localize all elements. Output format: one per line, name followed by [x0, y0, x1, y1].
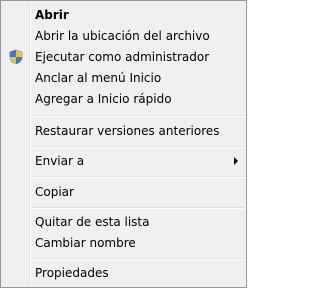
menu-item-enviar-a[interactable]: Enviar a — [3, 151, 244, 171]
menu-separator — [32, 146, 244, 148]
menu-item-cambiar-nombre[interactable]: Cambiar nombre — [3, 233, 244, 253]
menu-item-copiar[interactable]: Copiar — [3, 182, 244, 202]
context-menu: Abrir Abrir la ubicación del archivo Eje… — [0, 0, 247, 288]
menu-item-label: Copiar — [35, 185, 74, 199]
menu-item-label: Cambiar nombre — [35, 236, 136, 250]
menu-item-label: Restaurar versiones anteriores — [35, 124, 220, 138]
menu-item-restaurar-versiones[interactable]: Restaurar versiones anteriores — [3, 121, 244, 141]
menu-item-label: Enviar a — [35, 154, 85, 168]
menu-item-ejecutar-administrador[interactable]: Ejecutar como administrador — [3, 47, 244, 67]
menu-item-anclar-inicio[interactable]: Anclar al menú Inicio — [3, 68, 244, 88]
menu-item-abrir[interactable]: Abrir — [3, 5, 244, 25]
menu-separator — [32, 115, 244, 117]
menu-item-agregar-inicio-rapido[interactable]: Agregar a Inicio rápido — [3, 89, 244, 109]
menu-separator — [32, 258, 244, 260]
menu-item-label: Ejecutar como administrador — [35, 50, 210, 64]
menu-item-label: Propiedades — [35, 266, 109, 280]
menu-item-label: Quitar de esta lista — [35, 215, 150, 229]
menu-item-label: Agregar a Inicio rápido — [35, 92, 172, 106]
menu-item-abrir-ubicacion[interactable]: Abrir la ubicación del archivo — [3, 26, 244, 46]
menu-item-quitar-lista[interactable]: Quitar de esta lista — [3, 212, 244, 232]
menu-item-label: Abrir — [35, 8, 69, 22]
uac-shield-icon — [8, 49, 24, 65]
submenu-arrow-icon — [234, 157, 238, 165]
menu-item-propiedades[interactable]: Propiedades — [3, 263, 244, 283]
menu-separator — [32, 176, 244, 178]
menu-item-label: Abrir la ubicación del archivo — [35, 29, 210, 43]
menu-separator — [32, 207, 244, 209]
menu-item-label: Anclar al menú Inicio — [35, 71, 162, 85]
